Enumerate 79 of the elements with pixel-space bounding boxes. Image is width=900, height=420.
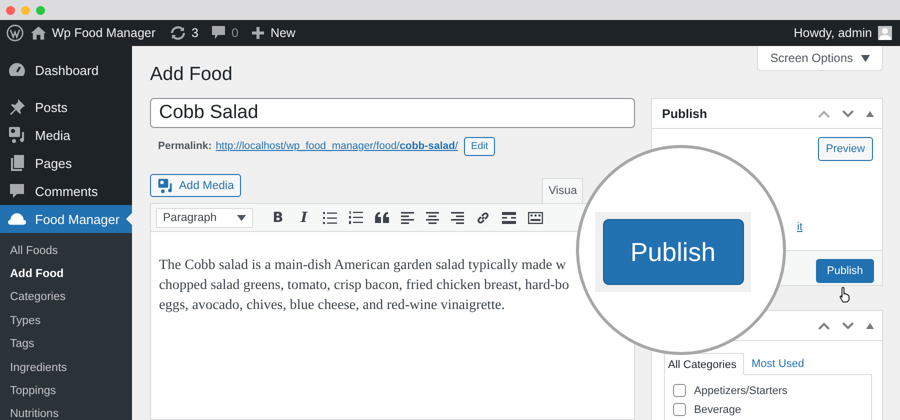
caret-icon <box>237 214 246 220</box>
move-down-icon[interactable] <box>842 110 854 118</box>
site-name[interactable]: Wp Food Manager <box>52 26 156 40</box>
page-title: Add Food <box>150 63 232 87</box>
submenu-item[interactable]: Categories <box>0 286 132 310</box>
bullet-list-icon[interactable] <box>323 212 337 224</box>
menu-label: Food Manager <box>35 212 120 226</box>
menu-label: Dashboard <box>35 62 99 78</box>
refresh-icon[interactable] <box>170 26 186 40</box>
title-field[interactable]: Cobb Salad <box>150 98 635 128</box>
collapse-icon[interactable] <box>866 110 874 116</box>
plus-icon[interactable] <box>252 27 264 39</box>
preview-button[interactable]: Preview <box>818 137 873 161</box>
keyboard-icon[interactable] <box>528 212 543 224</box>
move-up-icon[interactable] <box>818 322 830 330</box>
align-right-icon[interactable] <box>451 212 464 224</box>
checkbox[interactable] <box>673 403 686 416</box>
format-select[interactable]: Paragraph <box>156 208 253 228</box>
checkbox[interactable] <box>673 384 686 397</box>
submenu-item[interactable]: Types <box>0 309 132 333</box>
menu-item[interactable]: Comments <box>0 177 132 205</box>
pin-icon <box>8 98 26 116</box>
home-icon[interactable] <box>31 26 46 40</box>
caret-icon <box>861 54 870 62</box>
box-title: Publish <box>662 106 708 120</box>
menu-item[interactable]: Food Manager <box>0 205 132 233</box>
permalink-label: Permalink: <box>158 140 212 152</box>
logo-icon[interactable] <box>6 24 24 42</box>
category-tab[interactable]: Most Used <box>744 353 812 375</box>
editor-tab[interactable]: Visua <box>542 178 583 203</box>
submenu-item[interactable]: Add Food <box>0 262 132 286</box>
move-down-icon[interactable] <box>842 322 854 330</box>
publish-button[interactable]: Publish <box>602 219 744 285</box>
body-text-line: The Cobb salad is a main-dish American garden salad typically made w <box>159 256 567 275</box>
submenu-item[interactable]: Toppings <box>0 379 132 403</box>
collapse-icon[interactable] <box>866 322 874 328</box>
italic-button[interactable]: I <box>291 210 317 226</box>
menu-label: Comments <box>35 184 98 198</box>
screen-options-button[interactable]: Screen Options <box>757 46 883 71</box>
add-media-button[interactable]: Add Media <box>150 174 241 197</box>
quote-icon[interactable] <box>375 212 389 223</box>
menu-item[interactable]: Pages <box>0 149 132 177</box>
submenu-item[interactable]: Ingredients <box>0 356 132 380</box>
edit-button[interactable]: Edit <box>464 136 496 156</box>
align-center-icon[interactable] <box>426 212 439 224</box>
greeting[interactable]: Howdy, admin <box>794 26 872 40</box>
bold-button[interactable]: B <box>265 210 291 226</box>
media-icon <box>157 178 174 194</box>
menu-label: Pages <box>35 156 72 170</box>
menu-label: Posts <box>35 100 68 114</box>
link-icon[interactable] <box>476 210 490 224</box>
media-icon <box>8 126 26 144</box>
gauge-icon <box>8 62 26 78</box>
menu-label: Media <box>35 128 70 142</box>
align-left-icon[interactable] <box>401 212 414 224</box>
new-menu[interactable]: New <box>270 26 296 40</box>
comment-count[interactable]: 0 <box>231 26 238 40</box>
edit-link[interactable]: it <box>797 221 802 233</box>
comment-icon[interactable] <box>212 26 226 40</box>
submenu-item[interactable]: Tags <box>0 332 132 356</box>
current-pointer <box>126 213 132 225</box>
category-label: Appetizers/Starters <box>694 384 788 396</box>
pages-icon <box>8 154 26 172</box>
menu-item[interactable]: Dashboard <box>0 56 132 84</box>
submenu-item[interactable]: Nutritions <box>0 402 132 420</box>
submenu-item[interactable]: All Foods <box>0 239 132 262</box>
category-label: Beverage <box>694 404 742 416</box>
update-count[interactable]: 3 <box>192 26 198 40</box>
publish-button[interactable]: Publish <box>816 259 874 283</box>
cloud-icon <box>8 211 26 227</box>
menu-item[interactable]: Posts <box>0 93 132 121</box>
body-text-line: eggs, avocado, chives, blue cheese, and red-wine vinaigrette. <box>159 296 506 315</box>
body-text-line: chopped salad greens, tomato, crisp bacon, fried chicken breast, hard-bo <box>159 276 570 295</box>
category-tab[interactable]: All Categories <box>664 353 744 375</box>
menu-item[interactable]: Media <box>0 121 132 149</box>
comment-icon <box>8 182 26 200</box>
read-more-icon[interactable] <box>502 212 516 224</box>
permalink-link[interactable]: http://localhost/wp_food_manager/food/cobb-salad/ <box>216 140 458 152</box>
numbered-list-icon[interactable] <box>349 211 363 224</box>
